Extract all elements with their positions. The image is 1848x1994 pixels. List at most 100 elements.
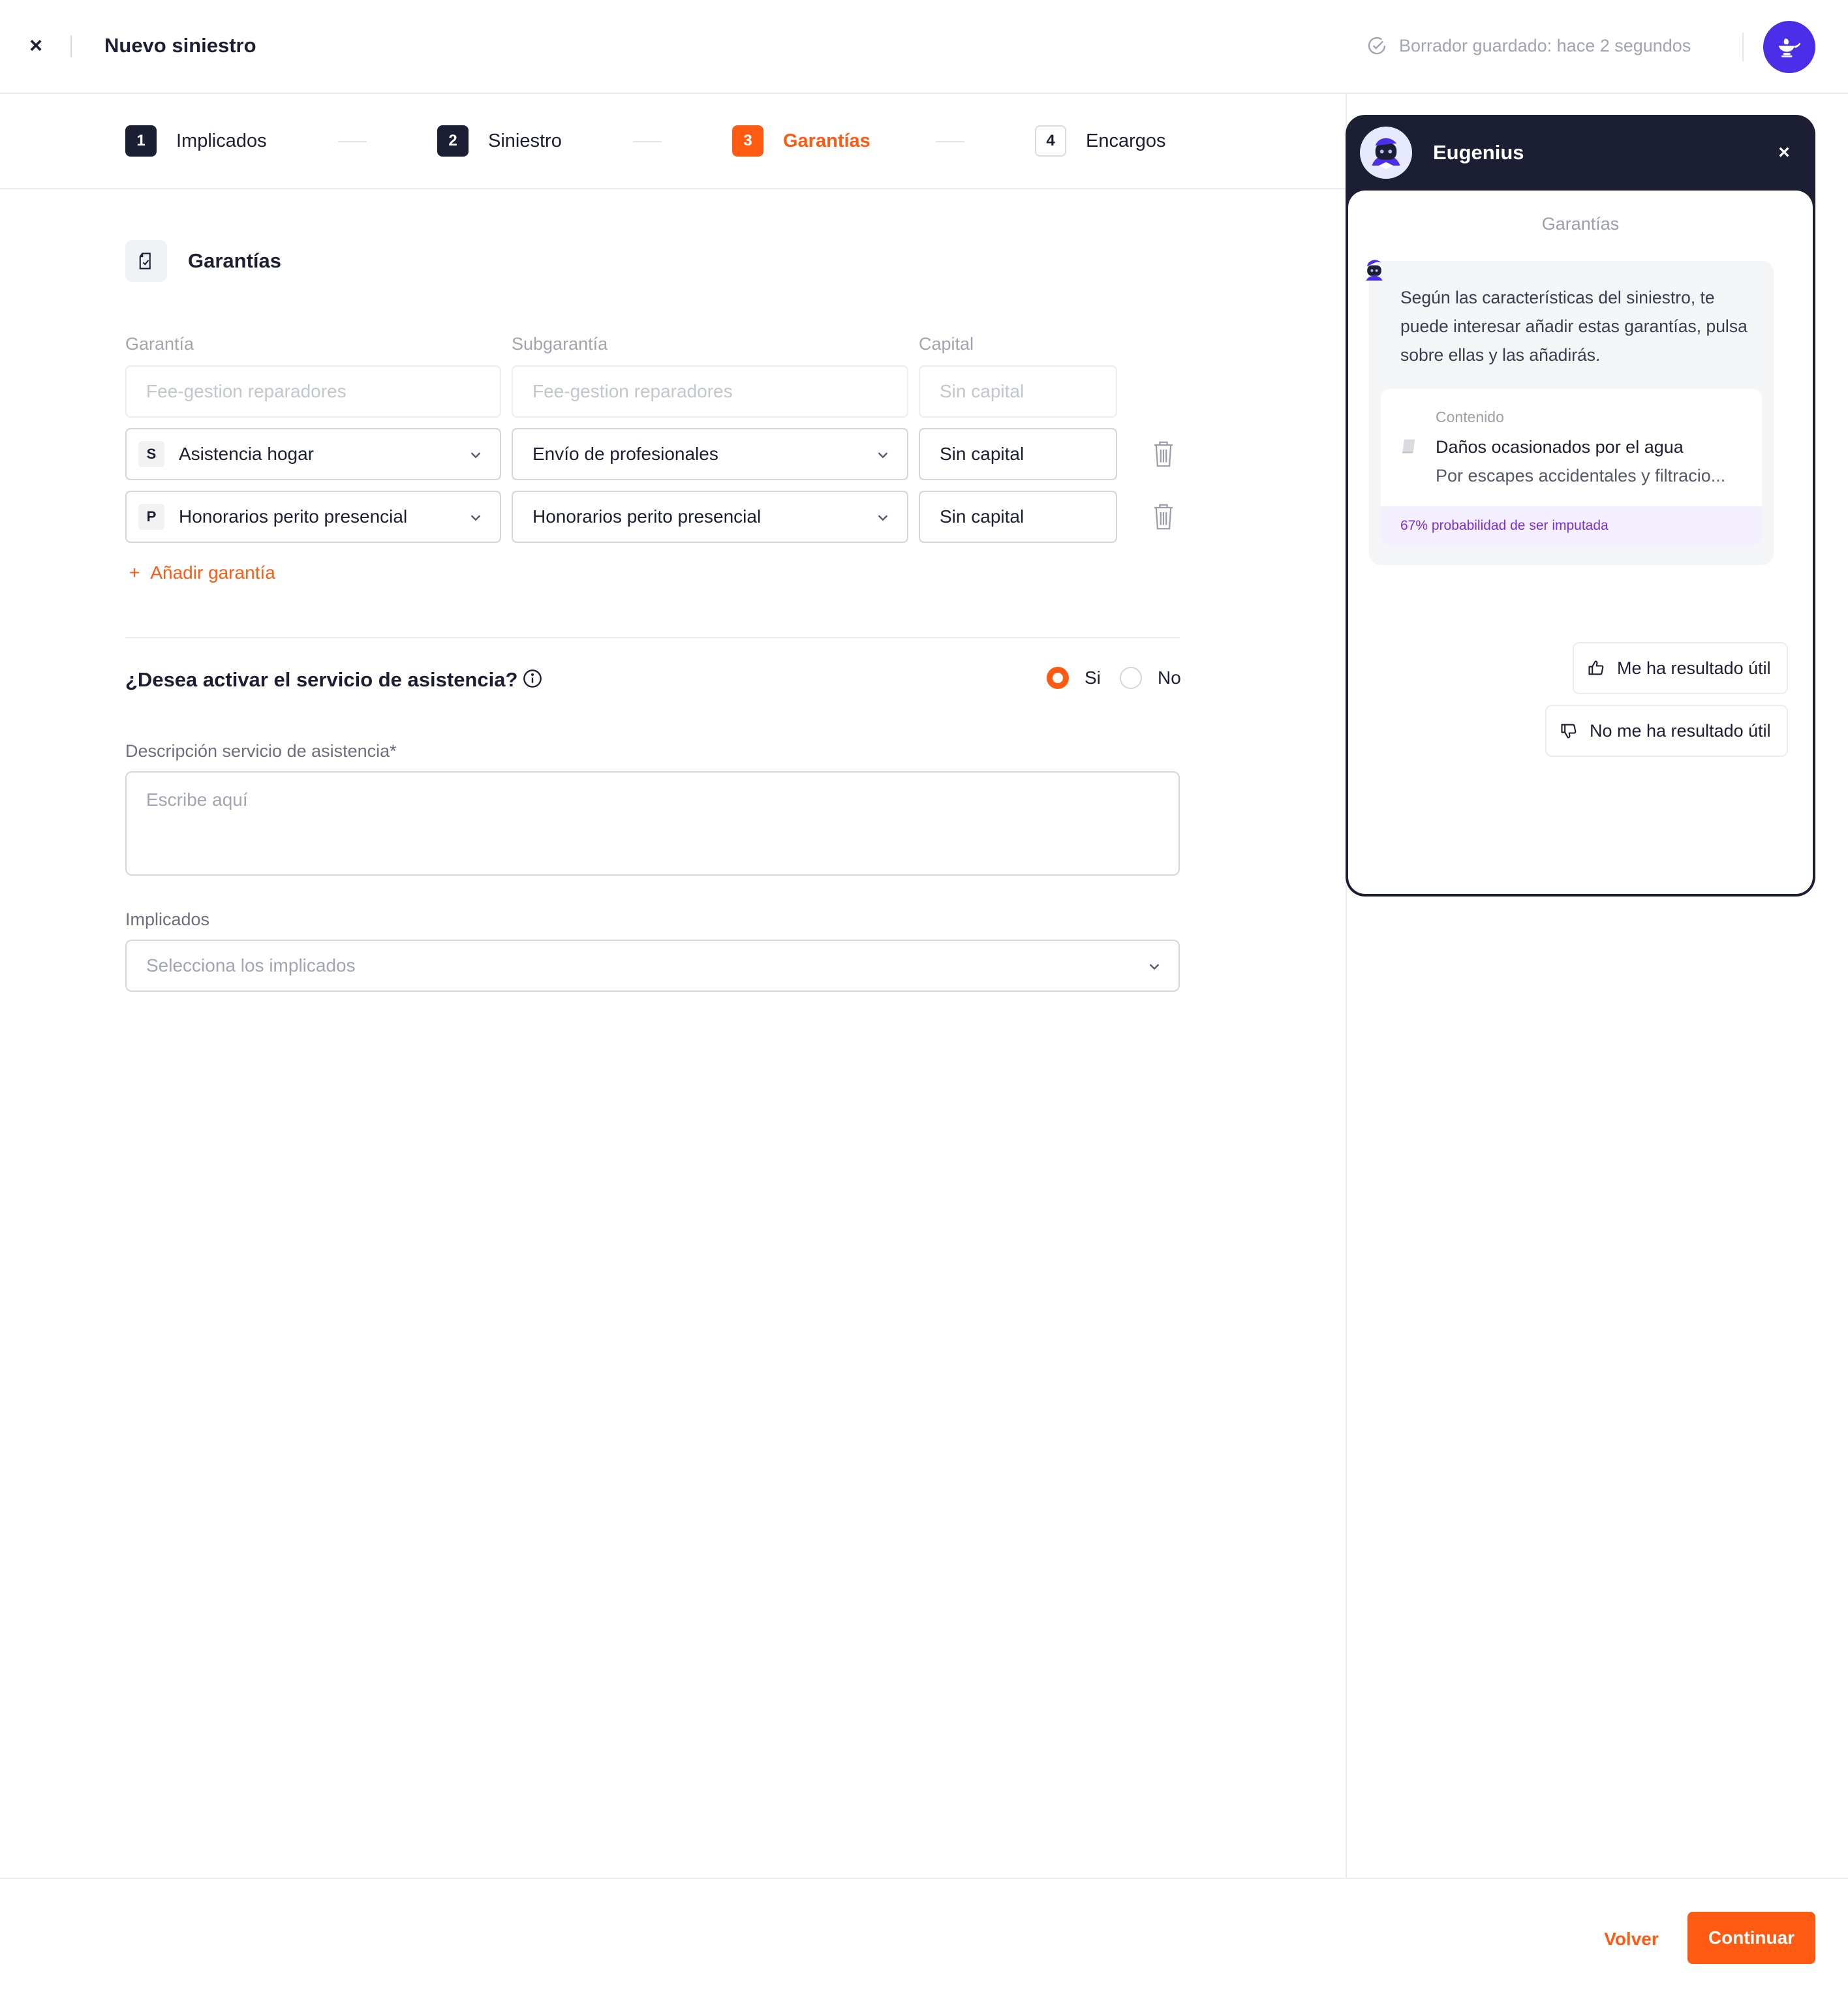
close-icon[interactable]: × bbox=[1772, 140, 1796, 166]
implicados-select[interactable]: Selecciona los implicados bbox=[125, 940, 1180, 992]
suggestion-title: Daños ocasionados por el agua bbox=[1436, 437, 1684, 457]
garantia-type-badge: S bbox=[138, 441, 164, 467]
step-number: 1 bbox=[125, 125, 157, 157]
header-divider bbox=[70, 35, 72, 57]
step-number: 2 bbox=[437, 125, 469, 157]
step-garantias[interactable]: 3 Garantías bbox=[732, 125, 870, 157]
thumbs-up-icon bbox=[1588, 660, 1604, 675]
garantia-value: Honorarios perito presencial bbox=[179, 506, 408, 527]
garantia-placeholder: Fee-gestion reparadores bbox=[146, 381, 346, 401]
continue-button[interactable]: Continuar bbox=[1687, 1912, 1815, 1964]
garantia-select[interactable]: S Asistencia hogar bbox=[125, 428, 501, 480]
capital-placeholder: Sin capital bbox=[940, 381, 1024, 401]
column-label-subgarantia: Subgarantía bbox=[512, 334, 608, 354]
implicados-label: Implicados bbox=[125, 910, 210, 929]
subgarantia-value: Envío de profesionales bbox=[532, 444, 718, 464]
assistance-question: ¿Desea activar el servicio de asistencia… bbox=[125, 668, 518, 691]
info-icon[interactable] bbox=[522, 668, 543, 689]
description-textarea[interactable]: Escribe aquí bbox=[125, 771, 1180, 876]
radio-si[interactable]: Si bbox=[1047, 667, 1101, 689]
document-check-icon bbox=[125, 240, 167, 282]
chevron-down-icon bbox=[470, 452, 481, 459]
stepper: 1 Implicados 2 Siniestro 3 Garantías 4 E… bbox=[0, 94, 1346, 189]
bot-icon bbox=[1366, 260, 1383, 281]
suggestion-probability: 67% probabilidad de ser imputada bbox=[1381, 506, 1762, 545]
capital-input[interactable]: Sin capital bbox=[919, 365, 1117, 418]
top-bar: × Nuevo siniestro Borrador guardado: hac… bbox=[0, 0, 1848, 94]
implicados-placeholder: Selecciona los implicados bbox=[146, 955, 356, 975]
assistant-chat: Garantías Según las características del … bbox=[1348, 191, 1813, 894]
header-divider bbox=[1742, 33, 1744, 61]
garantia-select[interactable]: P Honorarios perito presencial bbox=[125, 491, 501, 543]
chevron-down-icon bbox=[878, 515, 888, 521]
step-label: Encargos bbox=[1086, 130, 1166, 151]
assistant-header: Eugenius × bbox=[1348, 115, 1813, 191]
check-circle-icon bbox=[1368, 37, 1386, 55]
subgarantia-placeholder: Fee-gestion reparadores bbox=[532, 381, 733, 401]
description-label: Descripción servicio de asistencia* bbox=[125, 741, 397, 761]
step-number: 4 bbox=[1035, 125, 1066, 157]
add-garantia-button[interactable]: + Añadir garantía bbox=[129, 562, 275, 583]
chevron-down-icon bbox=[878, 452, 888, 459]
trash-icon[interactable] bbox=[1152, 503, 1175, 530]
section-divider bbox=[125, 637, 1180, 638]
assistant-panel: Eugenius × Garantías Según las caracterí… bbox=[1346, 115, 1815, 897]
bot-avatar bbox=[1360, 127, 1412, 179]
step-label: Implicados bbox=[176, 130, 267, 151]
close-icon[interactable]: × bbox=[25, 33, 47, 59]
save-status: Borrador guardado: hace 2 segundos bbox=[1366, 35, 1691, 56]
radio-button[interactable] bbox=[1120, 667, 1142, 689]
step-label: Siniestro bbox=[488, 130, 562, 151]
assistant-message: Según las características del siniestro,… bbox=[1369, 261, 1774, 565]
suggested-garantia-card[interactable]: Contenido Daños ocasionados por el agua … bbox=[1381, 389, 1762, 545]
step-label: Garantías bbox=[783, 130, 870, 151]
assistant-message-text: Según las características del siniestro,… bbox=[1400, 288, 1748, 365]
assistant-topic: Garantías bbox=[1541, 214, 1620, 234]
column-label-garantia: Garantía bbox=[125, 334, 194, 354]
step-number: 3 bbox=[732, 125, 763, 157]
feedback-useful-button[interactable]: Me ha resultado útil bbox=[1573, 642, 1788, 694]
subgarantia-value: Honorarios perito presencial bbox=[532, 506, 762, 527]
radio-button[interactable] bbox=[1047, 667, 1069, 689]
plus-icon: + bbox=[129, 562, 140, 583]
back-button[interactable]: Volver bbox=[1592, 1913, 1671, 1965]
capital-value: Sin capital bbox=[940, 444, 1024, 464]
subgarantia-input[interactable]: Fee-gestion reparadores bbox=[512, 365, 908, 418]
suggestion-subtitle: Por escapes accidentales y filtracio... bbox=[1436, 466, 1726, 485]
capital-field[interactable]: Sin capital bbox=[919, 491, 1117, 543]
feedback-not-useful-label: No me ha resultado útil bbox=[1590, 720, 1771, 741]
page-title: Nuevo siniestro bbox=[104, 34, 256, 57]
capital-field[interactable]: Sin capital bbox=[919, 428, 1117, 480]
step-separator bbox=[338, 141, 367, 142]
radio-no[interactable]: No bbox=[1120, 667, 1181, 689]
step-separator bbox=[633, 141, 662, 142]
step-encargos[interactable]: 4 Encargos bbox=[1035, 125, 1166, 157]
step-separator bbox=[936, 141, 964, 142]
suggestion-category: Contenido bbox=[1436, 408, 1504, 425]
trash-icon[interactable] bbox=[1152, 440, 1175, 468]
genie-lamp-icon[interactable] bbox=[1763, 21, 1815, 73]
step-implicados[interactable]: 1 Implicados bbox=[125, 125, 267, 157]
chevron-down-icon bbox=[1149, 964, 1160, 970]
thumbs-down-icon bbox=[1561, 724, 1577, 739]
document-icon bbox=[1402, 439, 1415, 453]
feedback-not-useful-button[interactable]: No me ha resultado útil bbox=[1545, 705, 1788, 757]
add-garantia-label: Añadir garantía bbox=[150, 562, 275, 583]
capital-value: Sin capital bbox=[940, 506, 1024, 527]
assistant-name: Eugenius bbox=[1433, 141, 1524, 164]
chevron-down-icon bbox=[470, 515, 481, 521]
feedback-useful-label: Me ha resultado útil bbox=[1617, 658, 1771, 678]
radio-label: No bbox=[1158, 667, 1181, 688]
radio-label: Si bbox=[1085, 667, 1101, 688]
garantia-value: Asistencia hogar bbox=[179, 444, 315, 464]
section-title: Garantías bbox=[188, 249, 282, 272]
footer-bar: Volver Continuar bbox=[0, 1878, 1848, 1994]
subgarantia-select[interactable]: Honorarios perito presencial bbox=[512, 491, 908, 543]
step-siniestro[interactable]: 2 Siniestro bbox=[437, 125, 562, 157]
description-placeholder: Escribe aquí bbox=[146, 790, 248, 810]
subgarantia-select[interactable]: Envío de profesionales bbox=[512, 428, 908, 480]
column-label-capital: Capital bbox=[919, 334, 974, 354]
garantia-type-badge: P bbox=[138, 504, 164, 530]
garantia-input[interactable]: Fee-gestion reparadores bbox=[125, 365, 501, 418]
save-status-text: Borrador guardado: hace 2 segundos bbox=[1399, 35, 1691, 55]
